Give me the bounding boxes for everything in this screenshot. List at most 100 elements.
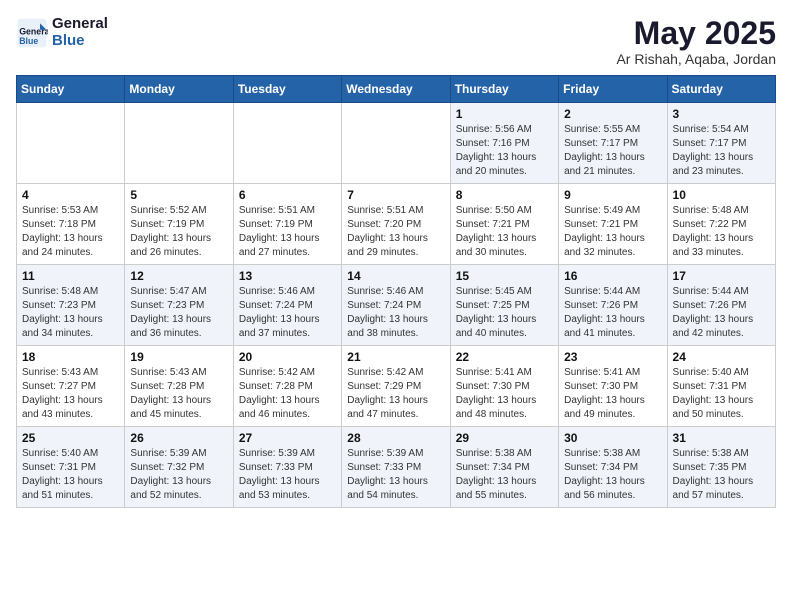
day-detail: Sunrise: 5:44 AMSunset: 7:26 PMDaylight:… bbox=[673, 285, 770, 341]
day-detail: Sunrise: 5:38 AMSunset: 7:34 PMDaylight:… bbox=[456, 447, 553, 503]
day-number: 27 bbox=[239, 431, 336, 445]
calendar-cell bbox=[125, 103, 233, 184]
day-of-week-header: Monday bbox=[125, 76, 233, 103]
day-detail: Sunrise: 5:48 AMSunset: 7:23 PMDaylight:… bbox=[22, 285, 119, 341]
day-number: 24 bbox=[673, 350, 770, 364]
day-number: 28 bbox=[347, 431, 444, 445]
logo-line1: General bbox=[52, 16, 108, 33]
calendar-cell: 14 Sunrise: 5:46 AMSunset: 7:24 PMDayligh… bbox=[342, 265, 450, 346]
day-number: 2 bbox=[564, 107, 661, 121]
calendar-week-row: 18 Sunrise: 5:43 AMSunset: 7:27 PMDayligh… bbox=[17, 346, 776, 427]
day-number: 14 bbox=[347, 269, 444, 283]
day-number: 29 bbox=[456, 431, 553, 445]
day-number: 6 bbox=[239, 188, 336, 202]
logo: General Blue General Blue bbox=[16, 16, 108, 49]
calendar-cell: 25 Sunrise: 5:40 AMSunset: 7:31 PMDayligh… bbox=[17, 427, 125, 508]
day-detail: Sunrise: 5:50 AMSunset: 7:21 PMDaylight:… bbox=[456, 204, 553, 260]
day-number: 17 bbox=[673, 269, 770, 283]
calendar-cell: 6 Sunrise: 5:51 AMSunset: 7:19 PMDaylight… bbox=[233, 184, 341, 265]
calendar-cell bbox=[17, 103, 125, 184]
calendar-cell: 9 Sunrise: 5:49 AMSunset: 7:21 PMDaylight… bbox=[559, 184, 667, 265]
day-detail: Sunrise: 5:44 AMSunset: 7:26 PMDaylight:… bbox=[564, 285, 661, 341]
calendar-cell: 7 Sunrise: 5:51 AMSunset: 7:20 PMDaylight… bbox=[342, 184, 450, 265]
day-detail: Sunrise: 5:40 AMSunset: 7:31 PMDaylight:… bbox=[673, 366, 770, 422]
calendar-cell: 27 Sunrise: 5:39 AMSunset: 7:33 PMDayligh… bbox=[233, 427, 341, 508]
logo-icon: General Blue bbox=[16, 17, 48, 49]
day-number: 23 bbox=[564, 350, 661, 364]
day-detail: Sunrise: 5:45 AMSunset: 7:25 PMDaylight:… bbox=[456, 285, 553, 341]
day-number: 10 bbox=[673, 188, 770, 202]
day-number: 13 bbox=[239, 269, 336, 283]
calendar-cell: 30 Sunrise: 5:38 AMSunset: 7:34 PMDayligh… bbox=[559, 427, 667, 508]
day-number: 3 bbox=[673, 107, 770, 121]
calendar-cell: 31 Sunrise: 5:38 AMSunset: 7:35 PMDayligh… bbox=[667, 427, 775, 508]
calendar-cell: 23Sunrise: 5:41 AMSunset: 7:30 PMDayligh… bbox=[559, 346, 667, 427]
calendar-cell: 13Sunrise: 5:46 AMSunset: 7:24 PMDayligh… bbox=[233, 265, 341, 346]
calendar-cell: 19 Sunrise: 5:43 AMSunset: 7:28 PMDayligh… bbox=[125, 346, 233, 427]
day-detail: Sunrise: 5:42 AMSunset: 7:29 PMDaylight:… bbox=[347, 366, 444, 422]
day-number: 25 bbox=[22, 431, 119, 445]
day-detail: Sunrise: 5:54 AMSunset: 7:17 PMDaylight:… bbox=[673, 123, 770, 179]
day-detail: Sunrise: 5:53 AMSunset: 7:18 PMDaylight:… bbox=[22, 204, 119, 260]
day-of-week-header: Saturday bbox=[667, 76, 775, 103]
calendar-cell: 4 Sunrise: 5:53 AMSunset: 7:18 PMDaylight… bbox=[17, 184, 125, 265]
calendar-cell bbox=[233, 103, 341, 184]
day-detail: Sunrise: 5:43 AMSunset: 7:27 PMDaylight:… bbox=[22, 366, 119, 422]
calendar-header-row: SundayMondayTuesdayWednesdayThursdayFrid… bbox=[17, 76, 776, 103]
day-of-week-header: Wednesday bbox=[342, 76, 450, 103]
day-of-week-header: Tuesday bbox=[233, 76, 341, 103]
calendar-cell: 21Sunrise: 5:42 AMSunset: 7:29 PMDayligh… bbox=[342, 346, 450, 427]
calendar-cell bbox=[342, 103, 450, 184]
day-detail: Sunrise: 5:51 AMSunset: 7:19 PMDaylight:… bbox=[239, 204, 336, 260]
calendar-cell: 12Sunrise: 5:47 AMSunset: 7:23 PMDayligh… bbox=[125, 265, 233, 346]
day-detail: Sunrise: 5:41 AMSunset: 7:30 PMDaylight:… bbox=[456, 366, 553, 422]
day-detail: Sunrise: 5:52 AMSunset: 7:19 PMDaylight:… bbox=[130, 204, 227, 260]
day-number: 4 bbox=[22, 188, 119, 202]
day-detail: Sunrise: 5:43 AMSunset: 7:28 PMDaylight:… bbox=[130, 366, 227, 422]
day-number: 9 bbox=[564, 188, 661, 202]
calendar-week-row: 25 Sunrise: 5:40 AMSunset: 7:31 PMDayligh… bbox=[17, 427, 776, 508]
calendar-week-row: 11Sunrise: 5:48 AMSunset: 7:23 PMDayligh… bbox=[17, 265, 776, 346]
day-number: 1 bbox=[456, 107, 553, 121]
day-detail: Sunrise: 5:49 AMSunset: 7:21 PMDaylight:… bbox=[564, 204, 661, 260]
calendar-cell: 18 Sunrise: 5:43 AMSunset: 7:27 PMDayligh… bbox=[17, 346, 125, 427]
svg-text:Blue: Blue bbox=[19, 36, 38, 46]
day-number: 22 bbox=[456, 350, 553, 364]
calendar-cell: 15Sunrise: 5:45 AMSunset: 7:25 PMDayligh… bbox=[450, 265, 558, 346]
day-of-week-header: Friday bbox=[559, 76, 667, 103]
day-detail: Sunrise: 5:42 AMSunset: 7:28 PMDaylight:… bbox=[239, 366, 336, 422]
day-number: 31 bbox=[673, 431, 770, 445]
calendar-week-row: 4 Sunrise: 5:53 AMSunset: 7:18 PMDaylight… bbox=[17, 184, 776, 265]
calendar-cell: 16 Sunrise: 5:44 AMSunset: 7:26 PMDayligh… bbox=[559, 265, 667, 346]
day-number: 18 bbox=[22, 350, 119, 364]
day-number: 16 bbox=[564, 269, 661, 283]
calendar-cell: 2Sunrise: 5:55 AMSunset: 7:17 PMDaylight… bbox=[559, 103, 667, 184]
day-number: 8 bbox=[456, 188, 553, 202]
calendar-cell: 5 Sunrise: 5:52 AMSunset: 7:19 PMDaylight… bbox=[125, 184, 233, 265]
day-detail: Sunrise: 5:48 AMSunset: 7:22 PMDaylight:… bbox=[673, 204, 770, 260]
day-detail: Sunrise: 5:39 AMSunset: 7:33 PMDaylight:… bbox=[347, 447, 444, 503]
calendar-cell: 8 Sunrise: 5:50 AMSunset: 7:21 PMDaylight… bbox=[450, 184, 558, 265]
day-number: 30 bbox=[564, 431, 661, 445]
calendar-week-row: 1 Sunrise: 5:56 AMSunset: 7:16 PMDaylight… bbox=[17, 103, 776, 184]
day-detail: Sunrise: 5:40 AMSunset: 7:31 PMDaylight:… bbox=[22, 447, 119, 503]
calendar-cell: 10 Sunrise: 5:48 AMSunset: 7:22 PMDayligh… bbox=[667, 184, 775, 265]
day-number: 19 bbox=[130, 350, 227, 364]
day-number: 20 bbox=[239, 350, 336, 364]
title-block: May 2025 Ar Rishah, Aqaba, Jordan bbox=[616, 16, 776, 67]
day-number: 7 bbox=[347, 188, 444, 202]
day-detail: Sunrise: 5:38 AMSunset: 7:35 PMDaylight:… bbox=[673, 447, 770, 503]
day-detail: Sunrise: 5:39 AMSunset: 7:33 PMDaylight:… bbox=[239, 447, 336, 503]
day-detail: Sunrise: 5:46 AMSunset: 7:24 PMDaylight:… bbox=[347, 285, 444, 341]
day-detail: Sunrise: 5:38 AMSunset: 7:34 PMDaylight:… bbox=[564, 447, 661, 503]
day-number: 26 bbox=[130, 431, 227, 445]
day-detail: Sunrise: 5:51 AMSunset: 7:20 PMDaylight:… bbox=[347, 204, 444, 260]
logo-line2: Blue bbox=[52, 33, 108, 50]
calendar-table: SundayMondayTuesdayWednesdayThursdayFrid… bbox=[16, 75, 776, 508]
day-of-week-header: Thursday bbox=[450, 76, 558, 103]
day-detail: Sunrise: 5:56 AMSunset: 7:16 PMDaylight:… bbox=[456, 123, 553, 179]
calendar-cell: 28 Sunrise: 5:39 AMSunset: 7:33 PMDayligh… bbox=[342, 427, 450, 508]
calendar-cell: 26Sunrise: 5:39 AMSunset: 7:32 PMDayligh… bbox=[125, 427, 233, 508]
day-number: 5 bbox=[130, 188, 227, 202]
day-number: 12 bbox=[130, 269, 227, 283]
